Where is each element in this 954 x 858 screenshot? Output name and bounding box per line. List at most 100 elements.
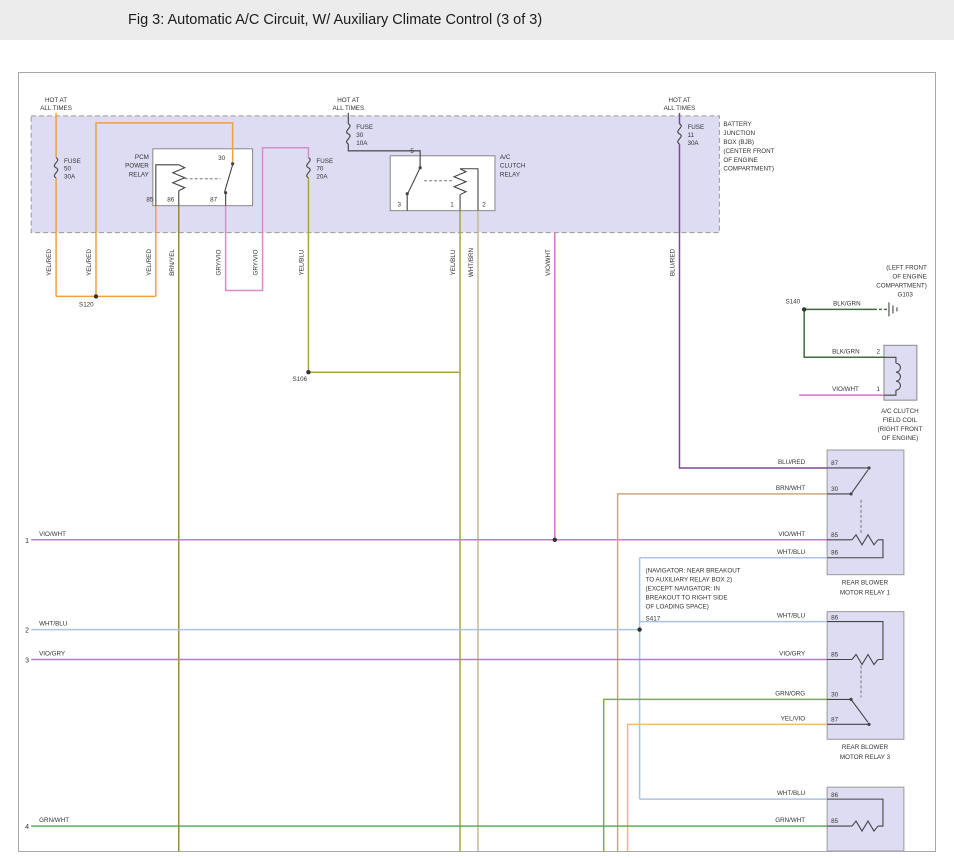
s417-note: BREAKOUT TO RIGHT SIDE bbox=[646, 595, 728, 602]
pcm-relay-label: RELAY bbox=[129, 172, 150, 179]
wire-label: GRN/WHT bbox=[775, 817, 805, 824]
wire-label: BLU/RED bbox=[669, 248, 676, 276]
hot-label: ALL TIMES bbox=[332, 105, 364, 112]
fuse70-label: 20A bbox=[316, 174, 328, 181]
fuse50-label: 50 bbox=[64, 166, 71, 173]
pin-label: 85 bbox=[831, 532, 838, 539]
ground-location-label: COMPARTMENT) bbox=[876, 282, 927, 289]
pcm-relay-label: PCM bbox=[135, 154, 149, 161]
wire-label: GRN/WHT bbox=[39, 817, 69, 824]
fuse50-label: 30A bbox=[64, 174, 76, 181]
connector-number: 4 bbox=[25, 824, 29, 831]
wire-label: WHT/BLU bbox=[39, 621, 68, 628]
pin-label: 85 bbox=[831, 818, 838, 825]
fuse30-label: FUSE bbox=[356, 124, 373, 131]
ac-clutch-relay-box bbox=[390, 156, 495, 211]
ac-relay-label: CLUTCH bbox=[500, 163, 526, 170]
pin-label: 85 bbox=[831, 652, 838, 659]
hot-label: HOT AT bbox=[45, 97, 67, 104]
field-coil-caption: (RIGHT FRONT bbox=[878, 426, 923, 433]
pin-label: 86 bbox=[831, 550, 838, 557]
wire-label: VIO/GRY bbox=[779, 651, 806, 658]
splice-s140-label: S140 bbox=[786, 298, 801, 305]
diagram-canvas: HOT AT ALL TIMES HOT AT ALL TIMES HOT AT… bbox=[18, 72, 936, 852]
fuse70-label: 70 bbox=[316, 166, 323, 173]
s417-note: TO AUXILIARY RELAY BOX 2) bbox=[646, 577, 732, 584]
wire-label: BLK/GRN bbox=[832, 348, 860, 355]
figure-title: Fig 3: Automatic A/C Circuit, W/ Auxilia… bbox=[0, 12, 542, 28]
bjb-label: COMPARTMENT) bbox=[723, 166, 774, 173]
wire-net-brn-wht bbox=[618, 494, 827, 851]
wire-net-yel-blu bbox=[308, 178, 460, 851]
wire-label: YEL/RED bbox=[46, 249, 53, 276]
s417-note: (NAVIGATOR: NEAR BREAKOUT bbox=[646, 568, 741, 575]
pin-label: 86 bbox=[831, 615, 838, 622]
pin-label: 5 bbox=[410, 148, 414, 155]
s417-note: (EXCEPT NAVIGATOR: IN bbox=[646, 586, 721, 593]
wire-label: BLU/RED bbox=[778, 459, 806, 466]
pin-label: 87 bbox=[831, 716, 838, 723]
relay1-caption: MOTOR RELAY 1 bbox=[840, 590, 891, 597]
pin-label: 85 bbox=[146, 197, 153, 204]
field-coil-caption: OF ENGINE) bbox=[882, 435, 919, 442]
wire-label: BRN/YEL bbox=[169, 249, 176, 276]
field-coil-caption: A/C CLUTCH bbox=[881, 408, 919, 415]
pin-label: 86 bbox=[831, 792, 838, 799]
relay3-caption: MOTOR RELAY 3 bbox=[840, 754, 891, 761]
wire-label: GRN/ORG bbox=[775, 690, 805, 697]
ground-g103-icon bbox=[889, 302, 897, 316]
wire-label: GRY/VIO bbox=[253, 249, 260, 275]
splice-s106-label: S106 bbox=[292, 376, 307, 383]
pin-label: 87 bbox=[210, 197, 217, 204]
wiring-diagram: HOT AT ALL TIMES HOT AT ALL TIMES HOT AT… bbox=[19, 73, 935, 851]
pin-label: 1 bbox=[876, 386, 880, 393]
connector-number: 3 bbox=[25, 657, 29, 664]
ac-relay-label: A/C bbox=[500, 154, 511, 161]
fuse70-label: FUSE bbox=[316, 158, 333, 165]
junction-dot bbox=[553, 538, 557, 542]
pin-label: 30 bbox=[218, 155, 225, 162]
wire-label: YEL/RED bbox=[146, 249, 153, 276]
wire-label: VIO/WHT bbox=[39, 531, 66, 538]
fuse11-label: 11 bbox=[687, 132, 694, 139]
relay3-caption: REAR BLOWER bbox=[842, 744, 889, 751]
relay1-caption: REAR BLOWER bbox=[842, 580, 889, 587]
splice-s120-label: S120 bbox=[79, 301, 94, 308]
wire-label: VIO/GRY bbox=[39, 651, 66, 658]
rear-blower-motor-relay-bottom-box bbox=[827, 787, 904, 851]
wire-label: WHT/BLU bbox=[777, 613, 806, 620]
field-coil-caption: FIELD COIL bbox=[883, 417, 918, 424]
rear-blower-motor-relay-3-box bbox=[827, 612, 904, 740]
splice-s417-label: S417 bbox=[646, 616, 661, 623]
ac-clutch-field-coil-box bbox=[884, 345, 917, 400]
wire-label: VIO/WHT bbox=[778, 531, 805, 538]
title-bar: Fig 3: Automatic A/C Circuit, W/ Auxilia… bbox=[0, 0, 954, 40]
wire-label: YEL/BLU bbox=[450, 249, 457, 275]
pcm-relay-label: POWER bbox=[125, 163, 149, 170]
splice-s417-dot bbox=[637, 627, 641, 631]
splice-s120-dot bbox=[94, 294, 98, 298]
bjb-label: BOX (BJB) bbox=[723, 139, 754, 146]
wire-label: WHT/BRN bbox=[468, 247, 475, 277]
pin-label: 1 bbox=[450, 202, 454, 209]
pin-label: 30 bbox=[831, 486, 838, 493]
connector-number: 2 bbox=[25, 628, 29, 635]
ground-id-label: G103 bbox=[898, 291, 914, 298]
fuse11-label: FUSE bbox=[687, 124, 704, 131]
ground-location-label: (LEFT FRONT bbox=[886, 264, 927, 271]
splice-s140-dot bbox=[802, 307, 806, 311]
fuse30-label: 30 bbox=[356, 132, 363, 139]
ground-location-label: OF ENGINE bbox=[892, 273, 926, 280]
wire-label: YEL/VIO bbox=[781, 715, 806, 722]
ac-relay-label: RELAY bbox=[500, 172, 521, 179]
hot-label: ALL TIMES bbox=[40, 105, 72, 112]
bjb-label: BATTERY bbox=[723, 121, 752, 128]
wire-label: WHT/BLU bbox=[777, 790, 806, 797]
hot-label: ALL TIMES bbox=[664, 105, 696, 112]
wire-label: BRN/WHT bbox=[776, 485, 805, 492]
fuse30-label: 10A bbox=[356, 140, 368, 147]
wire-label: YEL/BLU bbox=[298, 249, 305, 275]
hot-label: HOT AT bbox=[668, 97, 690, 104]
pin-label: 2 bbox=[876, 348, 880, 355]
hot-label: HOT AT bbox=[337, 97, 359, 104]
